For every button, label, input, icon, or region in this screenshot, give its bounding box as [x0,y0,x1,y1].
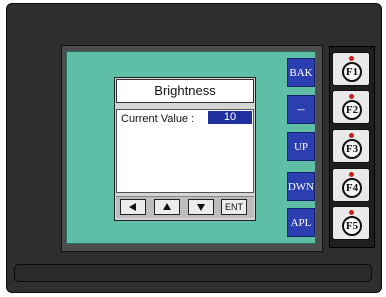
f3-key-label: F3 [342,139,362,159]
current-value-field[interactable]: 10 [208,111,252,124]
up-arrow-icon [163,203,171,210]
f2-key-label: F2 [342,100,362,120]
dialog-title: Brightness [116,79,254,103]
f4-key[interactable]: F4 [332,168,370,202]
f5-key-label: F5 [342,216,362,236]
f3-led-indicator [349,133,354,138]
down-key[interactable]: DWN [287,172,315,201]
f4-key-label: F4 [342,178,362,198]
f1-key-label: F1 [342,62,362,82]
f1-key[interactable]: F1 [332,52,370,86]
left-arrow-icon [129,203,136,211]
current-value-label: Current Value : [121,113,195,125]
f2-key[interactable]: F2 [332,90,370,124]
f5-key[interactable]: F5 [332,206,370,240]
apply-key[interactable]: APL [287,208,315,237]
minus-key[interactable]: – [287,95,315,124]
back-key[interactable]: BAK [287,58,315,87]
f5-led-indicator [349,210,354,215]
f1-led-indicator [349,56,354,61]
left-arrow-button[interactable] [120,199,146,215]
up-key[interactable]: UP [287,132,315,161]
f4-led-indicator [349,172,354,177]
bezel-bottom-trim [14,264,372,282]
down-arrow-button[interactable] [188,199,214,215]
up-arrow-button[interactable] [154,199,180,215]
f2-led-indicator [349,94,354,99]
enter-button[interactable]: ENT [221,199,247,215]
down-arrow-icon [197,204,205,211]
f3-key[interactable]: F3 [332,129,370,163]
